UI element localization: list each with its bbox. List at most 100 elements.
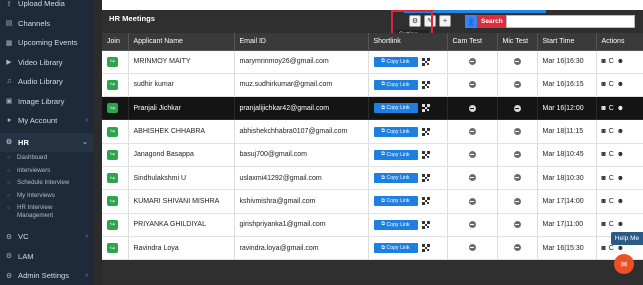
help-me-button[interactable]: Help Me: [611, 232, 643, 245]
qr-code-icon[interactable]: [421, 197, 430, 206]
cam-test-icon[interactable]: [468, 127, 476, 135]
copy-link-button[interactable]: ⧉ Copy Link: [373, 243, 418, 254]
copy-link-button[interactable]: ⧉ Copy Link: [373, 196, 418, 207]
sidebar-item-vc[interactable]: ⚙ VC ‹: [0, 227, 93, 247]
search-label[interactable]: Search: [477, 15, 506, 28]
join-button[interactable]: ↪: [107, 243, 118, 254]
mic-test-icon[interactable]: [513, 221, 521, 229]
mic-test-icon[interactable]: [513, 127, 521, 135]
mic-test-icon[interactable]: [513, 104, 521, 112]
sidebar-sub-my-interviews[interactable]: ○ My Interviews: [0, 190, 93, 203]
camera-icon[interactable]: ◙: [602, 175, 606, 182]
camera-icon[interactable]: ◙: [602, 128, 606, 135]
mic-test-icon[interactable]: [513, 151, 521, 159]
users-icon[interactable]: ☻: [617, 58, 624, 65]
sidebar-item-my-account[interactable]: ● My Account ‹: [0, 111, 93, 131]
copy-link-button[interactable]: ⧉ Copy Link: [373, 149, 418, 160]
sidebar-item-channels[interactable]: ▤ Channels: [0, 14, 93, 34]
cam-test-icon[interactable]: [468, 244, 476, 252]
qr-code-icon[interactable]: [421, 127, 430, 136]
qr-code-icon[interactable]: [421, 244, 430, 253]
camera-icon[interactable]: ◙: [602, 151, 606, 158]
search-input[interactable]: [506, 15, 635, 28]
cam-test-icon[interactable]: [468, 81, 476, 89]
join-button[interactable]: ↪: [107, 126, 118, 137]
gear-icon: ⚙: [5, 253, 13, 261]
sidebar-item-upload-media[interactable]: ⇪ Upload Media: [0, 0, 93, 14]
sidebar-sub-schedule-interview[interactable]: ○ Schedule Interview: [0, 177, 93, 190]
cam-test-icon[interactable]: [468, 221, 476, 229]
qr-code-icon[interactable]: [421, 174, 430, 183]
camera-icon[interactable]: ◙: [602, 58, 606, 65]
qr-code-icon[interactable]: [421, 220, 430, 229]
users-icon[interactable]: ☻: [617, 221, 624, 228]
join-button[interactable]: ↪: [107, 196, 118, 207]
mic-test-icon[interactable]: [513, 244, 521, 252]
sidebar-sub-hr-interview-management[interactable]: ○ HR Interview Management: [0, 202, 93, 221]
refresh-icon[interactable]: C: [609, 175, 614, 182]
meetings-table: Join Applicant Name Email ID Shortlink C…: [102, 33, 643, 261]
join-button[interactable]: ↪: [107, 149, 118, 160]
qr-code-icon[interactable]: [421, 104, 430, 113]
cam-test-icon[interactable]: [468, 174, 476, 182]
cam-test-icon[interactable]: [468, 57, 476, 65]
join-button[interactable]: ↪: [107, 173, 118, 184]
users-icon[interactable]: ☻: [617, 81, 624, 88]
add-button[interactable]: +: [439, 15, 451, 27]
mic-test-icon[interactable]: [513, 174, 521, 182]
sidebar-sub-interviewers[interactable]: ○ Interviewers: [0, 165, 93, 178]
users-icon[interactable]: ☻: [617, 245, 624, 252]
chat-button[interactable]: ✉: [614, 254, 634, 274]
user-search-button[interactable]: 👤: [465, 15, 477, 28]
refresh-icon[interactable]: C: [609, 151, 614, 158]
camera-icon[interactable]: ◙: [602, 245, 606, 252]
col-shortlink: Shortlink: [368, 33, 448, 51]
sidebar-item-image-library[interactable]: ▣ Image Library: [0, 92, 93, 112]
refresh-icon[interactable]: C: [609, 198, 614, 205]
users-icon[interactable]: ☻: [617, 151, 624, 158]
join-button[interactable]: ↪: [107, 219, 118, 230]
refresh-icon[interactable]: C: [609, 81, 614, 88]
users-icon[interactable]: ☻: [617, 198, 624, 205]
camera-icon[interactable]: ◙: [602, 198, 606, 205]
mic-test-cell: [497, 73, 538, 98]
camera-icon[interactable]: ◙: [602, 105, 606, 112]
join-button[interactable]: ↪: [107, 56, 118, 67]
copy-link-button[interactable]: ⧉ Copy Link: [373, 173, 418, 184]
join-button[interactable]: ↪: [107, 103, 118, 114]
qr-code-icon[interactable]: [421, 150, 430, 159]
qr-code-icon[interactable]: [421, 57, 430, 66]
copy-link-button[interactable]: ⧉ Copy Link: [373, 79, 418, 90]
sidebar-item-lam[interactable]: ⚙ LAM: [0, 247, 93, 267]
copy-link-button[interactable]: ⧉ Copy Link: [373, 126, 418, 137]
mic-test-icon[interactable]: [513, 197, 521, 205]
sidebar-item-admin-settings[interactable]: ⚙ Admin Settings ‹: [0, 266, 93, 285]
cam-test-icon[interactable]: [468, 104, 476, 112]
qr-code-icon[interactable]: [421, 80, 430, 89]
copy-link-button[interactable]: ⧉ Copy Link: [373, 219, 418, 230]
mic-test-icon[interactable]: [513, 57, 521, 65]
users-icon[interactable]: ☻: [617, 128, 624, 135]
cam-test-icon[interactable]: [468, 151, 476, 159]
cam-test-icon[interactable]: [468, 197, 476, 205]
calendar-icon: ▦: [5, 39, 13, 47]
camera-icon[interactable]: ◙: [602, 81, 606, 88]
users-icon[interactable]: ☻: [617, 175, 624, 182]
refresh-icon[interactable]: C: [609, 221, 614, 228]
sidebar-item-audio-library[interactable]: ♫ Audio Library: [0, 72, 93, 92]
sidebar-item-video-library[interactable]: ▶ Video Library: [0, 53, 93, 73]
sidebar-item-upcoming-events[interactable]: ▦ Upcoming Events: [0, 33, 93, 53]
sidebar-item-hr[interactable]: ⚙ HR ⌄: [0, 132, 93, 152]
camera-icon[interactable]: ◙: [602, 221, 606, 228]
start-time: Mar 16|16:15: [537, 73, 597, 98]
refresh-icon[interactable]: C: [609, 105, 614, 112]
copy-link-button[interactable]: ⧉ Copy Link: [373, 56, 418, 67]
copy-link-button[interactable]: ⧉ Copy Link: [373, 103, 418, 114]
refresh-icon[interactable]: C: [609, 128, 614, 135]
refresh-icon[interactable]: C: [609, 58, 614, 65]
users-icon[interactable]: ☻: [617, 105, 624, 112]
join-button[interactable]: ↪: [107, 79, 118, 90]
mic-test-icon[interactable]: [513, 81, 521, 89]
refresh-icon[interactable]: C: [609, 245, 614, 252]
sidebar-sub-dashboard[interactable]: ○ Dashboard: [0, 152, 93, 165]
